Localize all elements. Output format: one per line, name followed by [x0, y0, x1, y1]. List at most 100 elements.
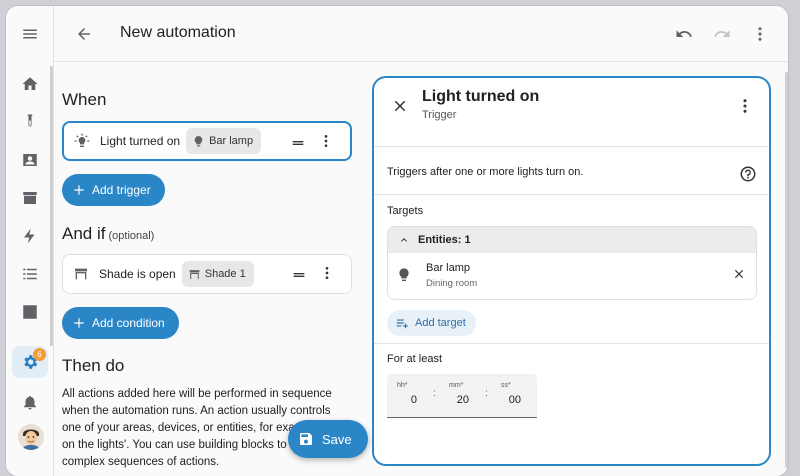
sidebar-item-logbook[interactable]: [12, 258, 48, 290]
arrow-left-icon: [78, 28, 90, 40]
condition-entity-label: Shade 1: [204, 268, 246, 280]
lightbulb-icon: [399, 268, 409, 281]
sidebar-item-energy[interactable]: [12, 220, 48, 252]
app-window: 6 New automation When Light turned on Ba…: [6, 6, 788, 476]
panel-divider: [374, 343, 769, 344]
sidebar-item-settings[interactable]: 6: [12, 346, 48, 378]
test-tube-icon: [27, 114, 33, 127]
sidebar-item-notifications[interactable]: [12, 386, 48, 418]
window-shutter-icon: [75, 268, 87, 280]
seconds-label: ss*: [501, 382, 511, 389]
seconds-value: 00: [508, 394, 521, 406]
add-target-button[interactable]: Add target: [387, 310, 476, 336]
condition-entity-chip[interactable]: Shade 1: [181, 261, 254, 287]
entities-header[interactable]: Entities: 1: [388, 227, 756, 253]
chart-icon: [23, 305, 37, 319]
lightbulb-on-icon: [74, 133, 90, 147]
close-icon: [734, 269, 744, 279]
then-do-heading: Then do: [62, 356, 125, 375]
target-entity[interactable]: Bar lamp Dining room: [388, 253, 756, 299]
drag-handle-icon: [293, 273, 305, 277]
trigger-icon-wrap: [64, 133, 100, 149]
entity-icon-wrap: [396, 267, 412, 288]
when-heading: When: [62, 90, 107, 109]
back-button[interactable]: [68, 18, 100, 50]
top-bar: New automation: [54, 6, 788, 62]
avatar[interactable]: [18, 424, 44, 450]
more-vertical-icon: [325, 267, 329, 279]
help-button[interactable]: [732, 158, 764, 190]
list-icon: [23, 268, 37, 280]
sidebar-item-hacs[interactable]: [12, 182, 48, 214]
hours-label: hh*: [397, 382, 408, 389]
lightning-icon: [24, 228, 35, 244]
redo-button[interactable]: [706, 18, 738, 50]
sidebar: 6: [6, 6, 54, 476]
condition-drag-handle[interactable]: [291, 267, 307, 288]
redo-icon: [713, 30, 730, 37]
window-shutter-icon: [189, 269, 200, 279]
duration-input: hh* 0 : mm* 20 : ss* 00: [387, 374, 537, 418]
menu-button[interactable]: [12, 18, 48, 50]
panel-title: Light turned on: [422, 88, 540, 105]
trigger-label: Light turned on: [100, 134, 181, 148]
save-button[interactable]: Save: [288, 420, 368, 458]
home-icon: [22, 77, 38, 90]
add-target-label: Add target: [415, 317, 466, 329]
store-icon: [23, 192, 37, 204]
entity-name: Bar lamp: [426, 262, 471, 274]
bell-icon: [24, 396, 36, 410]
add-trigger-label: Add trigger: [92, 183, 151, 197]
drag-handle-icon: [292, 141, 304, 145]
sidebar-item-overview[interactable]: [12, 68, 48, 100]
optional-label: (optional): [108, 230, 155, 242]
trigger-entity-chip[interactable]: Bar lamp: [186, 128, 262, 154]
for-at-least-label: For at least: [387, 353, 443, 365]
trigger-more-button[interactable]: [318, 133, 334, 154]
lightbulb-icon: [194, 135, 203, 146]
undo-button[interactable]: [668, 18, 700, 50]
hours-value: 0: [410, 394, 417, 406]
account-box-icon: [23, 154, 37, 166]
condition-row[interactable]: Shade is open Shade 1: [62, 254, 352, 294]
more-vertical-icon: [743, 99, 747, 113]
seconds-field[interactable]: ss* 00: [491, 374, 531, 418]
minutes-field[interactable]: mm* 20: [439, 374, 479, 418]
sidebar-item-history[interactable]: [12, 296, 48, 328]
hours-field[interactable]: hh* 0: [387, 374, 427, 418]
panel-divider: [374, 194, 769, 195]
time-separator: :: [433, 388, 436, 399]
panel-divider: [374, 146, 769, 147]
condition-label: Shade is open: [99, 267, 176, 281]
condition-more-button[interactable]: [319, 265, 335, 286]
minutes-label: mm*: [449, 382, 464, 389]
add-trigger-button[interactable]: Add trigger: [62, 174, 165, 206]
notification-badge: 6: [33, 348, 46, 361]
add-condition-button[interactable]: Add condition: [62, 307, 179, 339]
panel-subtitle: Trigger: [422, 109, 457, 121]
trigger-row[interactable]: Light turned on Bar lamp: [62, 121, 352, 161]
chevron-up-icon: [401, 238, 407, 242]
add-condition-label: Add condition: [92, 316, 165, 330]
menu-icon: [23, 29, 37, 39]
condition-icon-wrap: [63, 266, 99, 282]
time-separator: :: [485, 388, 488, 399]
sidebar-scrollbar[interactable]: [50, 66, 53, 346]
panel-scrollbar[interactable]: [785, 72, 788, 468]
minutes-value: 20: [456, 394, 469, 406]
close-panel-button[interactable]: [384, 90, 416, 122]
trigger-drag-handle[interactable]: [290, 135, 306, 156]
targets-label: Targets: [387, 205, 424, 217]
overflow-menu-button[interactable]: [744, 18, 776, 50]
panel-more-button[interactable]: [729, 90, 761, 122]
remove-entity-button[interactable]: [732, 267, 746, 286]
trigger-description: Triggers after one or more lights turn o…: [387, 166, 584, 178]
user-avatar-icon: [18, 424, 44, 450]
entities-header-label: Entities: 1: [418, 234, 471, 246]
sidebar-item-developer[interactable]: [12, 106, 48, 138]
targets-box: Entities: 1 Bar lamp Dining room: [387, 226, 757, 300]
trigger-entity-label: Bar lamp: [209, 135, 254, 147]
more-vertical-icon: [324, 135, 328, 147]
help-circle-icon: [740, 166, 756, 182]
sidebar-item-people[interactable]: [12, 144, 48, 176]
